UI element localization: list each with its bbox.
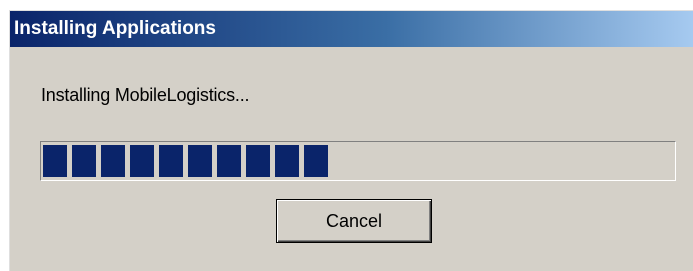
install-progress-bar	[40, 141, 676, 181]
progress-block	[275, 145, 299, 177]
install-status-text: Installing MobileLogistics...	[41, 85, 250, 105]
progress-fill	[43, 145, 673, 177]
progress-block	[217, 145, 241, 177]
title-bar[interactable]: Installing Applications	[10, 11, 693, 47]
cancel-button[interactable]: Cancel	[276, 199, 432, 243]
progress-block	[43, 145, 67, 177]
progress-block	[188, 145, 212, 177]
progress-block	[72, 145, 96, 177]
dialog-title: Installing Applications	[14, 18, 216, 39]
install-dialog: Installing Applications Installing Mobil…	[9, 10, 693, 271]
progress-block	[101, 145, 125, 177]
progress-block	[159, 145, 183, 177]
progress-block	[246, 145, 270, 177]
progress-block	[130, 145, 154, 177]
progress-block	[304, 145, 328, 177]
